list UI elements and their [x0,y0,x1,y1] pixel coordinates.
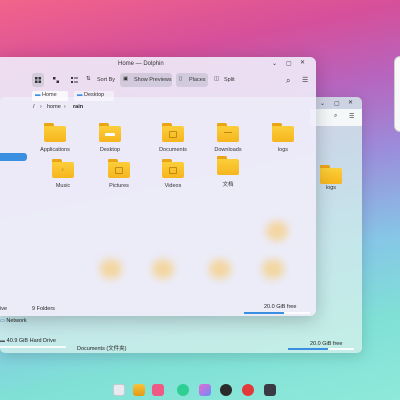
folder-icon [320,165,342,184]
videos-folder-icon [162,159,184,178]
side-widget[interactable] [394,56,400,132]
details-view-button[interactable] [68,73,80,87]
github-icon[interactable] [220,384,232,396]
folder-label: Pictures [109,183,129,189]
folder-label: logs [277,147,289,153]
minimize-icon[interactable]: ⌄ [272,60,277,67]
icons-view-icon [35,77,41,83]
home-folder-icon: ▬ [35,92,41,98]
folder-item-videos[interactable]: Videos [150,159,196,197]
breadcrumb-home[interactable]: home [47,104,61,110]
search-icon[interactable]: ⌕ [334,113,337,120]
folder-item-wendang[interactable]: 文档 [205,156,251,194]
search-icon[interactable]: ⌕ [286,76,290,86]
folder-label: Music [55,183,71,189]
icons-view-button[interactable] [32,73,44,87]
breadcrumb-root[interactable]: / [33,104,35,110]
compact-view-button[interactable] [50,73,62,87]
store-icon[interactable] [152,384,164,396]
folder-item-applications[interactable]: Applications [32,123,78,161]
folder-item-desktop[interactable]: Desktop [87,123,133,161]
media-icon[interactable] [199,384,211,396]
close-icon[interactable]: ✕ [300,59,305,66]
details-view-icon [71,77,78,83]
network-icon: ▭ [0,318,5,324]
sort-by-button[interactable]: ⇅ Sort By [86,73,118,87]
close-icon[interactable]: ✕ [348,99,353,106]
documents-folder-icon [162,123,184,142]
drive-usage-bar [0,346,66,348]
blurred-folder-icon [262,259,284,279]
free-space-label: 20.0 GiB free [264,304,297,310]
minimize-icon[interactable]: ⌄ [320,100,325,107]
terminal-icon[interactable] [264,384,276,396]
desktop-folder-icon: ▬ [77,92,83,98]
folder-label: Desktop [99,147,121,153]
back-window-toolbar: ⌕ ☰ [310,109,362,126]
folder-count: 9 Folders [32,306,55,312]
maximize-icon[interactable]: ▢ [286,60,292,67]
blurred-folder-icon [152,259,174,279]
folder-label: Downloads [214,147,242,153]
folder-item-pictures[interactable]: Pictures [96,159,142,197]
breadcrumb: / › home › rain [0,103,316,113]
show-previews-button[interactable]: ▣ Show Previews [120,73,172,87]
places-panel [0,113,27,313]
breadcrumb-current[interactable]: rain [73,104,83,110]
tab-desktop[interactable]: ▬ Desktop [74,91,114,101]
pictures-folder-icon [108,159,130,178]
music-app-icon[interactable] [242,384,254,396]
places-drive-label: ive [0,306,8,312]
window-title: Home — Dolphin [118,61,164,67]
folder-label: Applications [40,147,70,153]
browser-icon[interactable] [177,384,189,396]
folder-icon [272,123,294,142]
maximize-icon[interactable]: ▢ [334,100,340,107]
places-item-network[interactable]: ▭ Network [0,318,27,324]
file-grid: Applications Desktop Documents Downloads… [32,123,314,279]
free-space-bar [244,312,310,314]
folder-label: Videos [164,183,182,189]
toolbar: ⇅ Sort By ▣ Show Previews ▯ Places ◫ Spl… [0,71,316,89]
blurred-folder-icon [209,259,231,279]
places-item-hard-drive[interactable]: ▬ 40.9 GiB Hard Drive [0,338,66,348]
folder-item-logs[interactable]: logs [260,123,306,161]
statusbar: ive 9 Folders 20.0 GiB free [0,304,316,316]
sort-icon: ⇅ [86,76,91,82]
chevron-right-icon: › [64,104,66,110]
folder-icon [217,156,239,175]
app-launcher-icon[interactable] [113,384,125,396]
blurred-folder-icon [266,221,288,241]
folder-label: Documents [159,147,187,153]
split-icon: ◫ [214,76,220,82]
desktop-folder-icon [99,123,121,142]
back-window-places: ▭ Network ▬ 40.9 GiB Hard Drive [0,316,316,356]
places-panel-icon: ▯ [179,76,183,82]
folder-icon [44,123,66,142]
tab-home[interactable]: ▬ Home [32,91,68,101]
menu-icon[interactable]: ☰ [302,76,308,84]
downloads-folder-icon [217,123,239,142]
drive-icon: ▬ [0,338,5,344]
places-item-selected[interactable] [0,153,27,161]
blurred-folder-icon [100,259,122,279]
chevron-right-icon: › [40,104,42,110]
places-button[interactable]: ▯ Places [176,73,208,87]
dolphin-icon[interactable] [133,384,145,396]
menu-icon[interactable]: ☰ [349,113,354,120]
split-button[interactable]: ◫ Split [212,73,238,87]
tab-bar: ▬ Home ▬ Desktop [0,91,316,101]
taskbar [103,380,283,400]
compact-view-icon [53,77,59,83]
music-folder-icon: ♪ [52,159,74,178]
folder-item-music[interactable]: ♪ Music [40,159,86,197]
folder-item-documents[interactable]: Documents [150,123,196,161]
preview-icon: ▣ [123,76,129,82]
folder-label: 文档 [222,182,234,188]
dolphin-window[interactable]: Home — Dolphin ⌄ ▢ ✕ ⇅ Sort By ▣ Show Pr… [0,57,316,316]
titlebar: Home — Dolphin ⌄ ▢ ✕ [0,57,316,71]
